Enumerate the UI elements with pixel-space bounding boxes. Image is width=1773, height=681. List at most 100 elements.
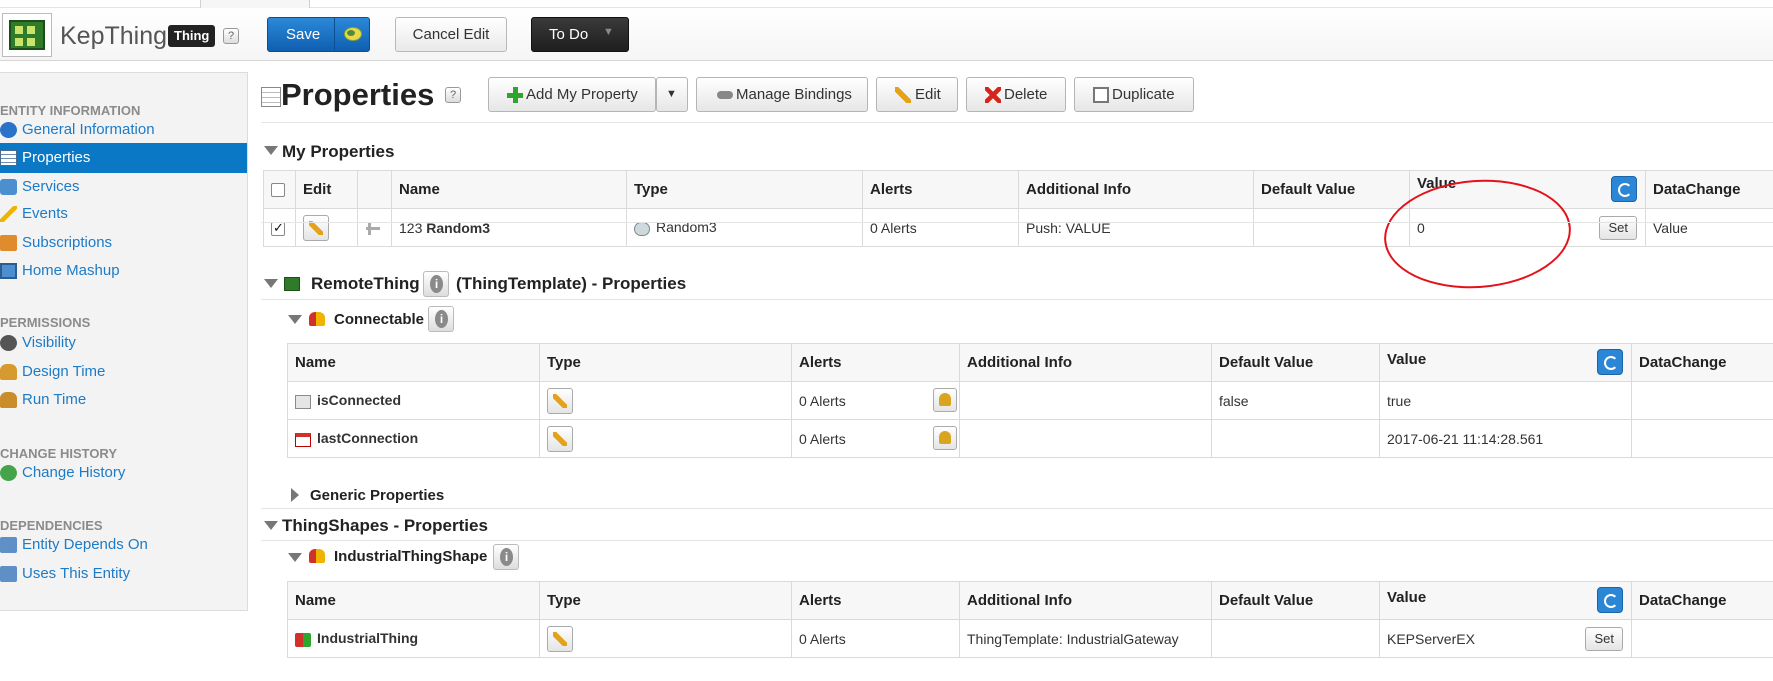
table-row[interactable]: isConnected 0 Alerts false true bbox=[287, 381, 1773, 420]
column-header[interactable]: Default Value bbox=[1211, 343, 1380, 382]
sidebar-item-label: Run Time bbox=[22, 391, 87, 408]
sidebar-item-entity-depends-on[interactable]: Entity Depends On bbox=[0, 530, 247, 560]
sidebar-item-label: Change History bbox=[22, 464, 126, 481]
refresh-icon[interactable] bbox=[1597, 349, 1623, 375]
collapse-toggle-icon[interactable] bbox=[264, 146, 278, 155]
info-icon[interactable] bbox=[493, 544, 519, 570]
column-header[interactable]: Additional Info bbox=[959, 343, 1212, 382]
table-row[interactable]: IndustrialThing 0 Alerts ThingTemplate: … bbox=[287, 619, 1773, 658]
connectable-shape-icon bbox=[309, 312, 325, 326]
name-cell: isConnected bbox=[287, 381, 540, 420]
column-header[interactable]: Type bbox=[626, 170, 863, 209]
value-column-header: Value bbox=[1379, 343, 1632, 382]
sidebar-item-general-information[interactable]: General Information bbox=[0, 115, 247, 145]
row-checkbox[interactable] bbox=[271, 220, 285, 236]
edit-pencil-icon[interactable] bbox=[303, 214, 329, 241]
column-header[interactable]: Name bbox=[391, 170, 627, 209]
set-value-button[interactable]: Set bbox=[1585, 627, 1623, 651]
data-change-cell: Value bbox=[1645, 208, 1773, 247]
column-header[interactable]: Alerts bbox=[791, 581, 960, 620]
edit-pencil-icon[interactable] bbox=[547, 425, 573, 452]
entity-sidebar: ENTITY INFORMATION General Information P… bbox=[0, 72, 248, 611]
column-header[interactable]: Additional Info bbox=[1018, 170, 1254, 209]
table-row[interactable]: 123 Random3 Random3 0 Alerts Push: VALUE… bbox=[263, 208, 1773, 247]
expand-toggle-icon[interactable] bbox=[291, 488, 299, 502]
edit-button[interactable]: Edit bbox=[876, 77, 958, 112]
collapse-toggle-icon[interactable] bbox=[288, 553, 302, 562]
column-header[interactable]: Alerts bbox=[862, 170, 1019, 209]
refresh-icon[interactable] bbox=[1597, 587, 1623, 613]
cancel-edit-button[interactable]: Cancel Edit bbox=[395, 17, 507, 52]
sidebar-item-home-mashup[interactable]: Home Mashup bbox=[0, 256, 247, 286]
column-header[interactable]: Type bbox=[539, 343, 792, 382]
select-all-checkbox[interactable] bbox=[271, 183, 285, 198]
default-value-cell: false bbox=[1211, 381, 1380, 420]
column-header[interactable]: Value bbox=[1417, 175, 1456, 192]
save-label: Save bbox=[286, 26, 321, 43]
column-header[interactable]: Default Value bbox=[1211, 581, 1380, 620]
sidebar-item-run-time[interactable]: Run Time bbox=[0, 385, 247, 415]
sidebar-item-design-time[interactable]: Design Time bbox=[0, 357, 247, 387]
select-all-cell bbox=[263, 170, 296, 209]
row-select-cell bbox=[263, 208, 296, 247]
table-row[interactable]: lastConnection 0 Alerts 2017-06-21 11:14… bbox=[287, 419, 1773, 458]
save-button[interactable]: Save bbox=[267, 17, 370, 52]
duplicate-label: Duplicate bbox=[1112, 86, 1175, 103]
info-icon[interactable] bbox=[423, 271, 449, 297]
refresh-icon[interactable] bbox=[1611, 176, 1637, 202]
edit-pencil-icon[interactable] bbox=[547, 387, 573, 414]
duplicate-button[interactable]: Duplicate bbox=[1074, 77, 1194, 112]
add-property-dropdown[interactable]: ▼ bbox=[656, 77, 688, 112]
alert-bell-icon[interactable] bbox=[933, 426, 957, 450]
sidebar-item-change-history[interactable]: Change History bbox=[0, 458, 247, 488]
additional-info-cell: Push: VALUE bbox=[1018, 208, 1254, 247]
delete-x-icon bbox=[985, 87, 1001, 103]
delete-button[interactable]: Delete bbox=[966, 77, 1066, 112]
collapse-toggle-icon[interactable] bbox=[264, 279, 278, 288]
column-header[interactable]: Value bbox=[1387, 589, 1426, 606]
help-icon[interactable]: ? bbox=[445, 87, 461, 103]
column-header[interactable]: Value bbox=[1387, 351, 1426, 368]
column-header: Edit bbox=[295, 170, 358, 209]
alert-bell-icon[interactable] bbox=[933, 388, 957, 412]
sidebar-item-events[interactable]: Events bbox=[0, 199, 247, 229]
help-icon[interactable]: ? bbox=[223, 28, 239, 44]
generic-properties-heading[interactable]: Generic Properties bbox=[310, 487, 444, 504]
column-header[interactable]: Default Value bbox=[1253, 170, 1410, 209]
column-header[interactable]: Type bbox=[539, 581, 792, 620]
manage-bindings-button[interactable]: Manage Bindings bbox=[696, 77, 868, 112]
comment-icon[interactable] bbox=[344, 27, 362, 41]
sidebar-item-visibility[interactable]: Visibility bbox=[0, 328, 247, 358]
value-cell: 0 Set bbox=[1409, 208, 1646, 247]
info-icon[interactable] bbox=[428, 306, 454, 332]
entity-title: KepThing bbox=[60, 22, 168, 50]
property-value: KEPServerEX bbox=[1387, 630, 1475, 647]
collapse-toggle-icon[interactable] bbox=[264, 521, 278, 530]
drag-handle-icon[interactable] bbox=[365, 221, 381, 236]
column-header[interactable]: Additional Info bbox=[959, 581, 1212, 620]
column-header[interactable]: Alerts bbox=[791, 343, 960, 382]
edit-pencil-icon[interactable] bbox=[547, 625, 573, 652]
connectable-properties-table: Name Type Alerts Additional Info Default… bbox=[287, 343, 1773, 458]
column-header[interactable]: DataChange bbox=[1631, 581, 1773, 620]
history-clock-icon bbox=[0, 465, 17, 481]
sidebar-item-services[interactable]: Services bbox=[0, 172, 247, 202]
set-value-button[interactable]: Set bbox=[1599, 216, 1637, 240]
thing-shapes-heading: ThingShapes - Properties bbox=[282, 516, 488, 535]
thing-logo-icon bbox=[2, 13, 52, 57]
type-cell bbox=[539, 381, 792, 420]
column-header[interactable]: Name bbox=[287, 343, 540, 382]
sidebar-item-uses-this-entity[interactable]: Uses This Entity bbox=[0, 559, 247, 589]
todo-dropdown-button[interactable]: To Do ▼ bbox=[531, 17, 629, 52]
pencil-icon bbox=[895, 87, 911, 103]
sidebar-item-properties[interactable]: Properties bbox=[0, 143, 247, 173]
collapse-toggle-icon[interactable] bbox=[288, 315, 302, 324]
industrial-thing-shape-heading: IndustrialThingShape bbox=[334, 548, 488, 565]
column-header[interactable]: DataChange bbox=[1645, 170, 1773, 209]
plus-icon bbox=[507, 87, 523, 103]
sidebar-item-subscriptions[interactable]: Subscriptions bbox=[0, 228, 247, 258]
column-header[interactable]: DataChange bbox=[1631, 343, 1773, 382]
add-my-property-button[interactable]: Add My Property bbox=[488, 77, 656, 112]
sidebar-item-label: Home Mashup bbox=[22, 262, 120, 279]
column-header[interactable]: Name bbox=[287, 581, 540, 620]
